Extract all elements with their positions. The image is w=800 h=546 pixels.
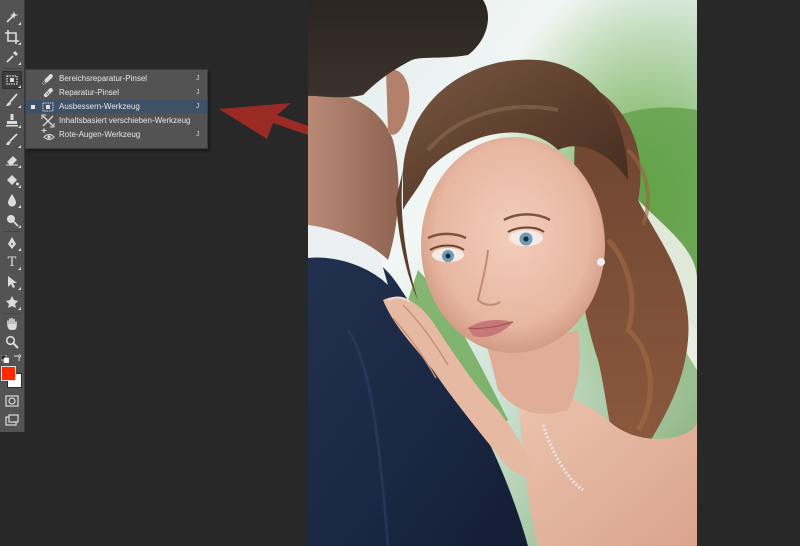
zoom-icon[interactable] [2, 333, 22, 351]
foreground-color-swatch[interactable] [1, 366, 16, 381]
flyout-item-shortcut: J [196, 89, 200, 96]
red-eye-icon [41, 128, 55, 140]
flyout-item-content-aware-move[interactable]: Inhaltsbasiert verschieben-Werkzeug [26, 114, 207, 128]
flyout-item-label: Rote-Augen-Werkzeug [59, 130, 141, 139]
flyout-item-label: Ausbessern-Werkzeug [59, 102, 140, 111]
toolbar-divider [3, 313, 21, 314]
wedding-couple-photo [308, 0, 697, 546]
flyout-item-spot-healing-brush[interactable]: Bereichsreparatur-Pinsel J [26, 72, 207, 86]
quick-mask-icon[interactable] [2, 392, 22, 410]
pen-icon[interactable] [2, 234, 22, 252]
path-selection-icon[interactable] [2, 273, 22, 291]
default-colors-icon[interactable] [1, 355, 9, 363]
content-aware-move-icon [41, 114, 55, 128]
toolbar-divider [3, 231, 21, 232]
blur-icon[interactable] [2, 191, 22, 209]
healing-brush-icon [43, 88, 53, 98]
tools-panel: T [0, 0, 25, 432]
flyout-item-label: Inhaltsbasiert verschieben-Werkzeug [59, 116, 191, 125]
custom-shape-icon[interactable] [2, 293, 22, 311]
flyout-item-shortcut: J [196, 103, 200, 110]
photoshop-window: T Bereichsreparatur-Pinsel J Reparatur-P… [0, 0, 800, 546]
spot-healing-brush-icon [42, 74, 53, 85]
crop-icon[interactable] [2, 28, 22, 46]
healing-tools-flyout: Bereichsreparatur-Pinsel J Reparatur-Pin… [25, 69, 208, 149]
patch-icon[interactable] [2, 71, 22, 89]
clone-stamp-icon[interactable] [2, 111, 22, 129]
magic-wand-icon[interactable] [2, 8, 22, 26]
patch-tool-icon [42, 102, 54, 112]
selected-indicator [31, 105, 35, 109]
screen-mode-icon[interactable] [2, 412, 22, 430]
flyout-item-red-eye[interactable]: Rote-Augen-Werkzeug J [26, 128, 207, 142]
flyout-item-shortcut: J [196, 75, 200, 82]
type-icon[interactable]: T [2, 253, 22, 271]
flyout-item-healing-brush[interactable]: Reparatur-Pinsel J [26, 86, 207, 100]
eyedropper-icon[interactable] [2, 48, 22, 66]
eraser-icon[interactable] [2, 151, 22, 169]
hand-icon[interactable] [2, 315, 22, 333]
type-tool-glyph: T [7, 254, 17, 270]
history-brush-icon[interactable] [2, 131, 22, 149]
flyout-item-label: Reparatur-Pinsel [59, 88, 120, 97]
document-canvas[interactable] [308, 0, 697, 546]
flyout-item-patch-tool[interactable]: Ausbessern-Werkzeug J [26, 100, 207, 114]
swap-colors-icon[interactable] [13, 354, 21, 362]
brush-icon[interactable] [2, 91, 22, 109]
toolbar-divider [3, 68, 21, 69]
flyout-item-shortcut: J [196, 131, 200, 138]
flyout-item-label: Bereichsreparatur-Pinsel [59, 74, 148, 83]
paint-bucket-icon[interactable] [2, 171, 22, 189]
dodge-icon[interactable] [2, 211, 22, 229]
